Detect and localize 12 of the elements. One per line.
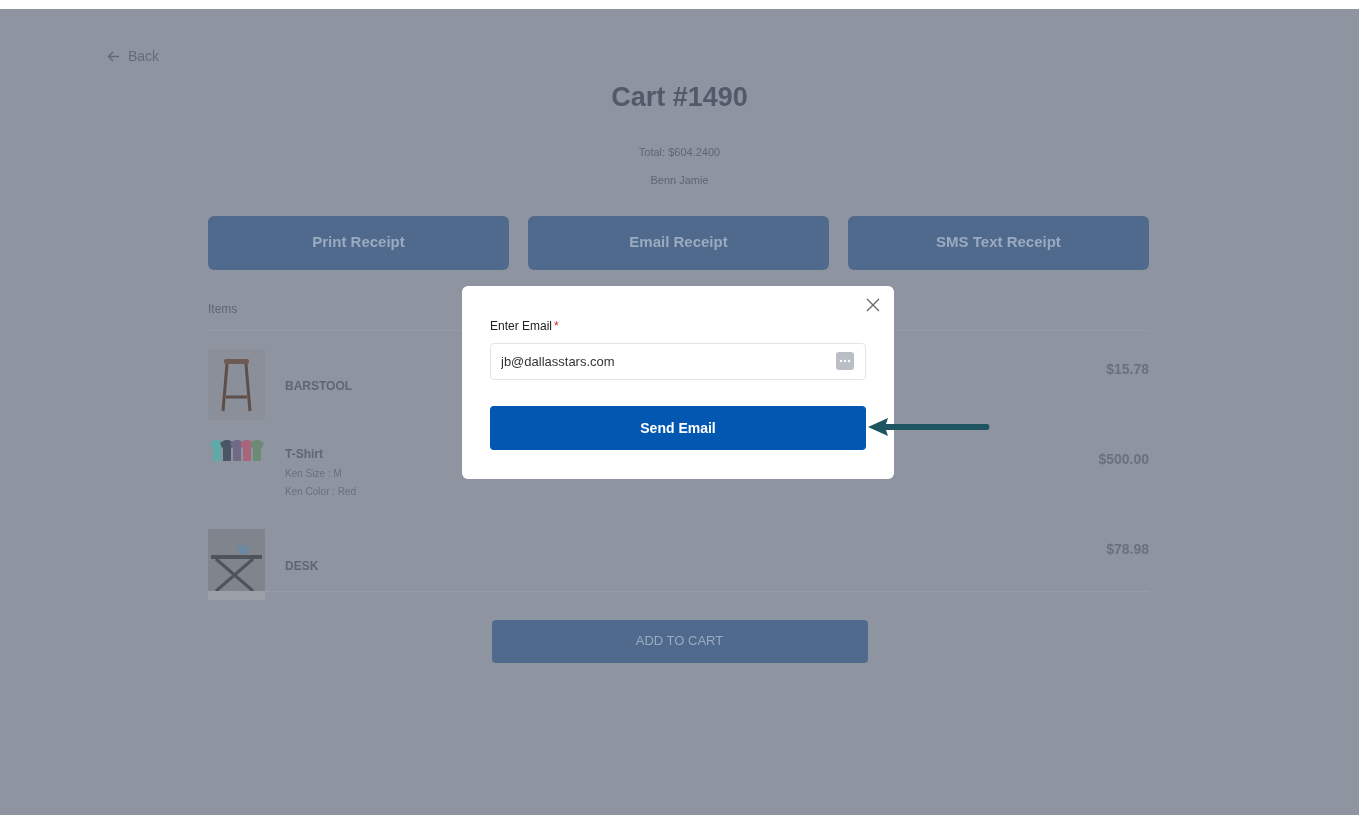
send-email-button[interactable]: Send Email bbox=[490, 406, 866, 450]
receipt-button[interactable]: Email Receipt bbox=[528, 215, 829, 270]
close-icon[interactable] bbox=[866, 298, 880, 312]
receipt-button[interactable]: Print Receipt bbox=[208, 215, 509, 270]
arrow-left-icon bbox=[107, 51, 120, 62]
cart-title: Cart #1490 bbox=[611, 81, 748, 114]
receipt-button[interactable]: SMS Text Receipt bbox=[848, 215, 1149, 270]
add-to-cart-button[interactable]: ADD TO CART bbox=[491, 619, 868, 663]
barstool-photo bbox=[208, 348, 265, 420]
shirts-photo bbox=[208, 438, 265, 463]
email-field[interactable]: jb@dallasstars.com bbox=[490, 343, 866, 380]
password-manager-icon bbox=[836, 352, 854, 370]
